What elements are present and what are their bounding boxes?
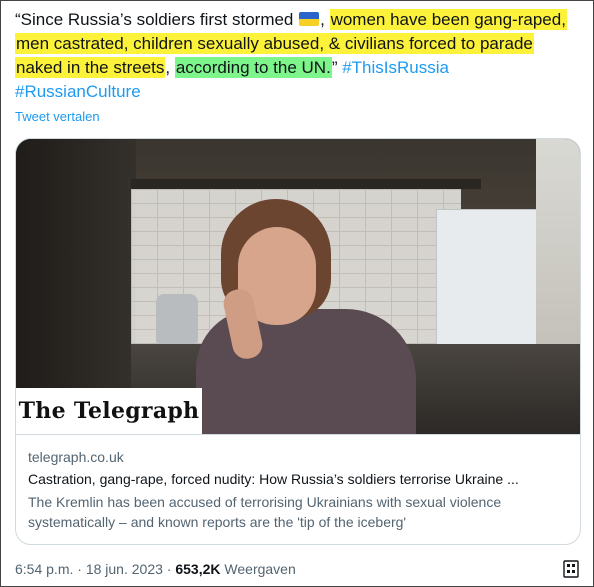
hashtag-this-is-russia[interactable]: #ThisIsRussia xyxy=(342,58,449,77)
image-shelf xyxy=(131,179,481,189)
meta-separator-1: · xyxy=(77,561,82,577)
card-domain: telegraph.co.uk xyxy=(28,449,124,465)
views-label: Weergaven xyxy=(224,561,296,577)
tweet-text-comma-2: , xyxy=(165,58,171,77)
tweet-text-comma: , xyxy=(320,10,325,29)
views-count: 653,2K xyxy=(175,561,221,577)
image-kettle xyxy=(156,294,198,344)
tweet-meta: 6:54 p.m. · 18 jun. 2023 · 653,2K Weerga… xyxy=(15,561,296,577)
highlight-yellow-1: women have been gang-raped, xyxy=(329,9,567,30)
tweet-time[interactable]: 6:54 p.m. xyxy=(15,561,73,577)
tweet-text-intro: “Since Russia’s soldiers first stormed xyxy=(15,10,299,29)
tweet-text: “Since Russia’s soldiers first stormed ,… xyxy=(15,8,585,104)
tweet-text-quote-end: ” xyxy=(331,58,343,77)
telegraph-logo: The Telegraph xyxy=(16,388,202,434)
card-image[interactable]: The Telegraph xyxy=(16,139,580,434)
ukraine-flag-icon xyxy=(299,12,320,26)
highlight-yellow-2: men castrated, children sexually abused,… xyxy=(15,33,534,54)
telegraph-logo-text: The Telegraph xyxy=(18,398,200,424)
analytics-icon[interactable] xyxy=(561,559,581,579)
link-card[interactable]: The Telegraph telegraph.co.uk Castration… xyxy=(15,138,581,545)
translate-tweet-link[interactable]: Tweet vertalen xyxy=(15,109,100,124)
hashtag-russian-culture[interactable]: #RussianCulture xyxy=(15,82,141,101)
card-title: Castration, gang-rape, forced nudity: Ho… xyxy=(28,471,519,487)
tweet-date[interactable]: 18 jun. 2023 xyxy=(86,561,163,577)
card-info[interactable]: telegraph.co.uk Castration, gang-rape, f… xyxy=(16,434,580,544)
card-description: The Kremlin has been accused of terroris… xyxy=(28,494,502,530)
highlight-green: according to the UN. xyxy=(174,57,332,78)
meta-separator-2: · xyxy=(166,561,172,577)
highlight-yellow-3: naked in the streets xyxy=(15,57,166,78)
